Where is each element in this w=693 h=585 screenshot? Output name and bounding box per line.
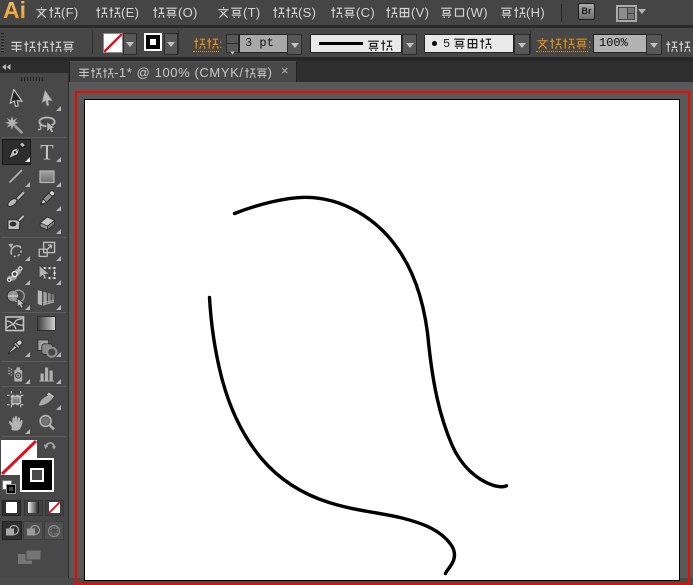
- svg-text:T: T: [40, 141, 54, 162]
